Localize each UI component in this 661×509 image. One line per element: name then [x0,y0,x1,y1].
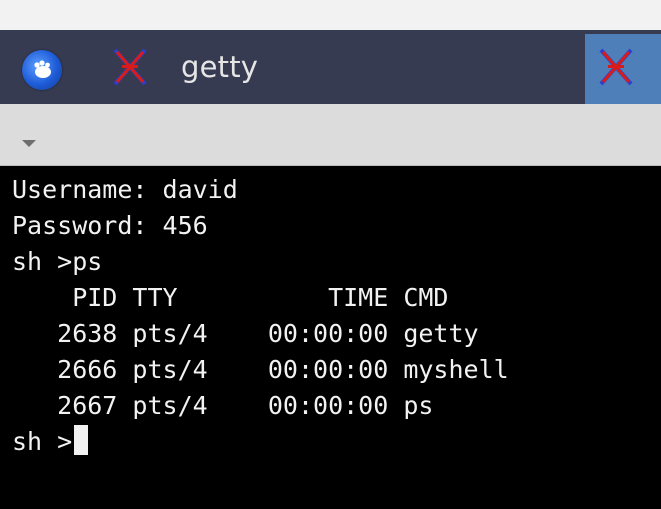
app-menu-button[interactable] [22,50,62,90]
terminal-line: Username: david [12,175,238,204]
terminal-line: 2667 pts/4 00:00:00 ps [12,391,434,420]
terminal-line: PID TTY TIME CMD [12,283,449,312]
terminal-line: Password: 456 [12,211,208,240]
terminal-line: 2638 pts/4 00:00:00 getty [12,319,479,348]
terminal-prompt: sh > [12,427,73,456]
xterm-icon[interactable] [113,47,147,87]
terminal-output[interactable]: Username: david Password: 456 sh >ps PID… [0,166,661,509]
screen: getty Username: david Password: 456 sh >… [0,0,661,509]
dropdown-arrow-icon[interactable] [22,140,36,147]
terminal-cursor [74,425,89,455]
terminal-line: 2666 pts/4 00:00:00 myshell [12,355,509,384]
task-button-active[interactable] [585,34,661,104]
xfce-mouse-icon [34,60,51,78]
top-strip [0,0,661,30]
taskbar: getty [0,30,661,104]
window-toolbar [0,104,661,166]
task-label-getty[interactable]: getty [181,47,258,87]
terminal-prompt-line[interactable]: sh > [12,424,89,460]
xterm-icon [599,48,633,86]
terminal-line: sh >ps [12,247,103,276]
